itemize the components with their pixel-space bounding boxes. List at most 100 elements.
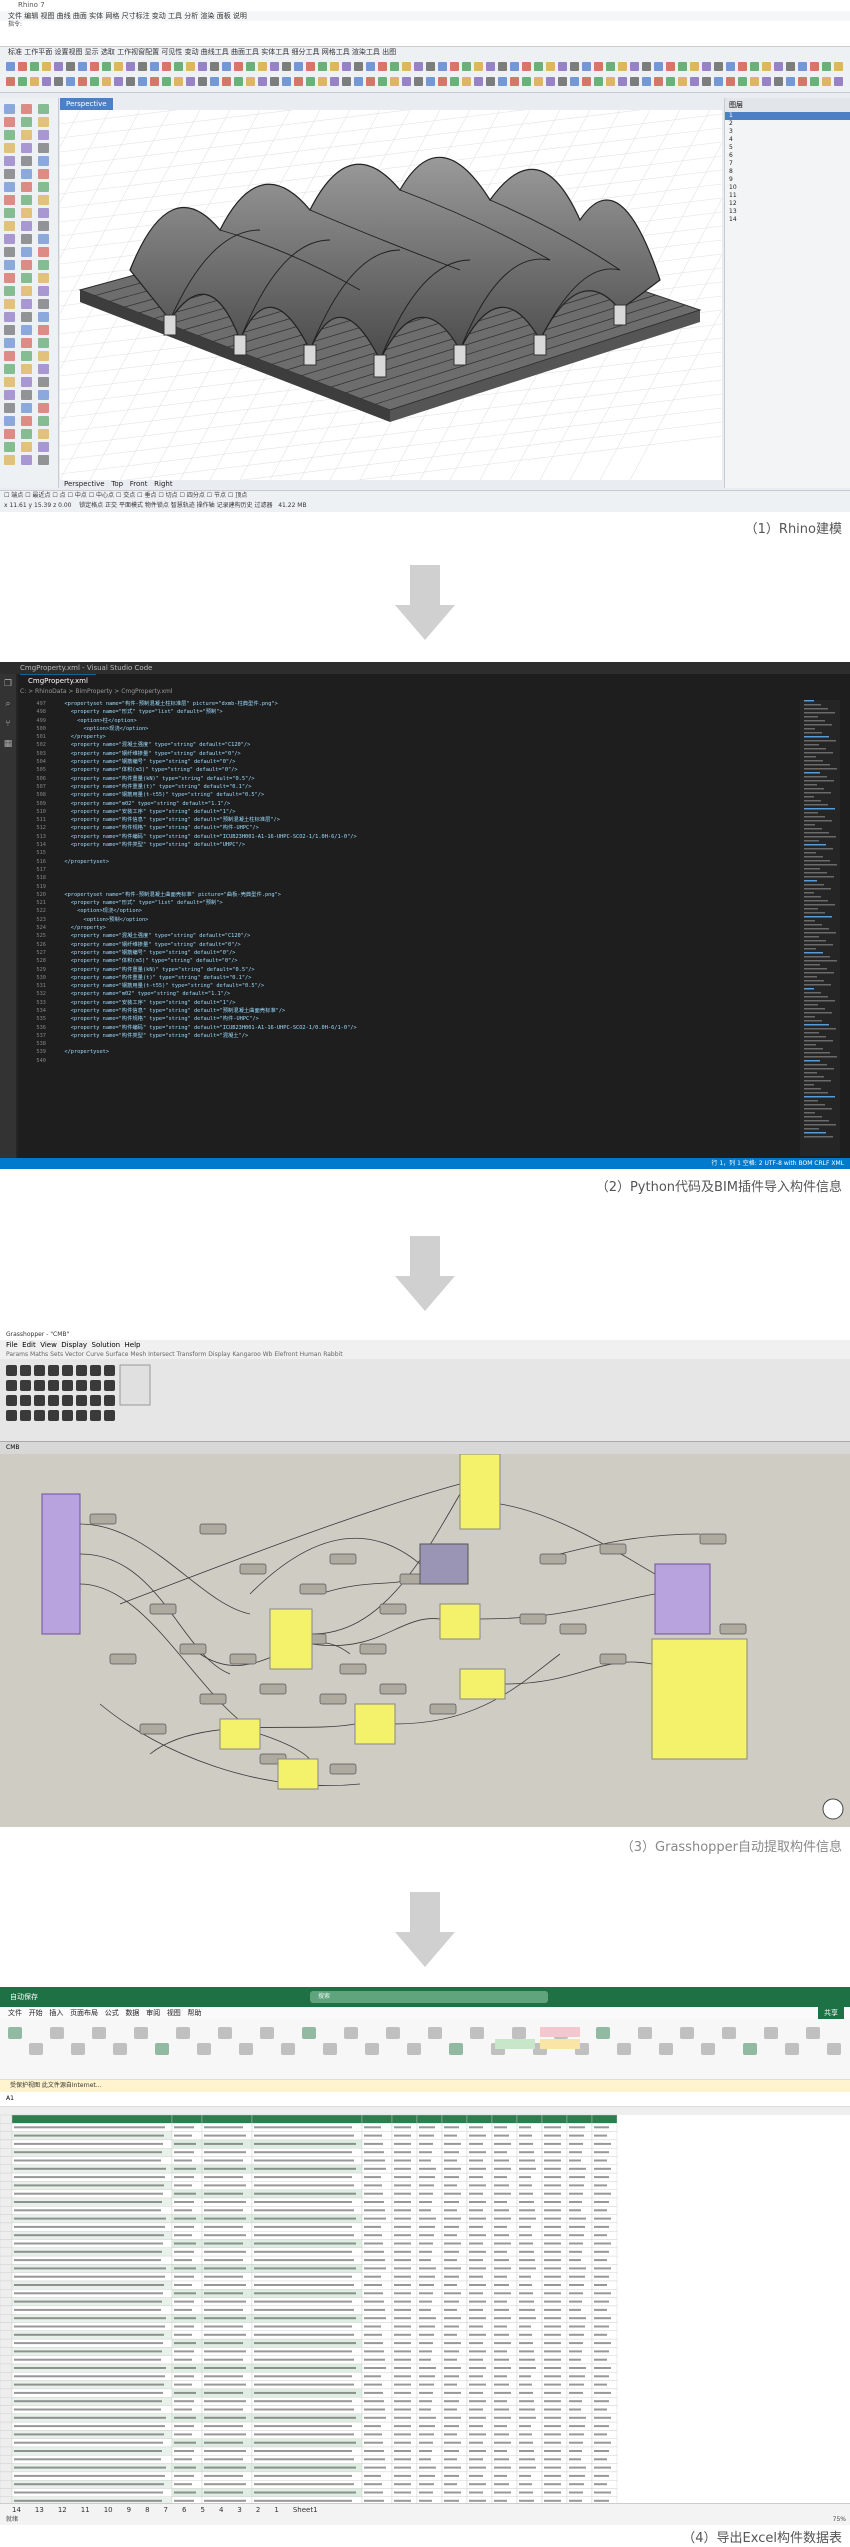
toolbar-icon[interactable] <box>366 62 375 71</box>
tool-icon[interactable] <box>38 299 49 309</box>
toolbar-icon[interactable] <box>486 77 495 86</box>
rhino-left-toolbox[interactable] <box>0 98 59 488</box>
toolbar-icon[interactable] <box>318 77 327 86</box>
tool-icon[interactable] <box>4 403 15 413</box>
toolbar-icon[interactable] <box>210 62 219 71</box>
gh-component[interactable] <box>339 1663 367 1675</box>
toolbar-icon[interactable] <box>66 62 75 71</box>
rhino-menubar[interactable]: 文件 编辑 视图 曲线 曲面 实体 网格 尺寸标注 变动 工具 分析 渲染 面板… <box>0 11 850 21</box>
explorer-icon[interactable]: ❐ <box>0 674 16 694</box>
toolbar-icon[interactable] <box>126 62 135 71</box>
gh-component[interactable] <box>229 1653 257 1665</box>
layer-row[interactable]: 4 <box>725 136 850 144</box>
gh-component[interactable] <box>259 1683 287 1695</box>
toolbar-icon[interactable] <box>438 77 447 86</box>
toolbar-icon[interactable] <box>186 62 195 71</box>
component-icon[interactable] <box>34 1380 45 1391</box>
sheet-tab[interactable]: 11 <box>81 2506 90 2514</box>
toolbar-icon[interactable] <box>594 77 603 86</box>
ribbon-icon[interactable] <box>743 2043 757 2055</box>
toolbar-icon[interactable] <box>570 77 579 86</box>
excel-ribbon[interactable] <box>0 2019 850 2080</box>
search-input[interactable]: 搜索 <box>310 1991 548 2003</box>
tool-icon[interactable] <box>4 195 15 205</box>
view-tab-right[interactable]: Right <box>154 480 172 488</box>
tool-icon[interactable] <box>38 260 49 270</box>
tool-icon[interactable] <box>21 104 32 114</box>
sheet-tab[interactable]: 8 <box>145 2506 149 2514</box>
tool-icon[interactable] <box>21 117 32 127</box>
tool-icon[interactable] <box>21 182 32 192</box>
tool-icon[interactable] <box>21 247 32 257</box>
toolbar-icon[interactable] <box>174 77 183 86</box>
tool-icon[interactable] <box>38 104 49 114</box>
tool-icon[interactable] <box>4 260 15 270</box>
component-icon[interactable] <box>76 1365 87 1376</box>
toolbar-icon[interactable] <box>558 62 567 71</box>
tool-icon[interactable] <box>4 143 15 153</box>
component-icon[interactable] <box>62 1410 73 1421</box>
toolbar-icon[interactable] <box>306 77 315 86</box>
tool-icon[interactable] <box>4 429 15 439</box>
toolbar-icon[interactable] <box>294 77 303 86</box>
excel-menubar[interactable]: 文件 开始 插入 页面布局 公式 数据 审阅 视图 帮助 共享 <box>0 2007 850 2019</box>
toolbar-icon[interactable] <box>606 77 615 86</box>
tool-icon[interactable] <box>4 338 15 348</box>
toolbar-icon[interactable] <box>378 77 387 86</box>
toolbar-icon[interactable] <box>678 77 687 86</box>
tool-icon[interactable] <box>38 312 49 322</box>
ribbon-icon[interactable] <box>92 2027 106 2039</box>
code-line[interactable]: 519 <box>20 883 800 891</box>
tool-icon[interactable] <box>21 221 32 231</box>
toolbar-icon[interactable] <box>834 77 843 86</box>
code-line[interactable]: 518 <box>20 874 800 882</box>
toolbar-icon[interactable] <box>690 62 699 71</box>
ribbon-icon[interactable] <box>71 2043 85 2055</box>
toolbar-icon[interactable] <box>342 77 351 86</box>
toolbar-icon[interactable] <box>78 77 87 86</box>
tool-icon[interactable] <box>21 260 32 270</box>
gh-component[interactable] <box>359 1643 387 1655</box>
tool-icon[interactable] <box>38 247 49 257</box>
toolbar-icon[interactable] <box>510 62 519 71</box>
code-line[interactable]: 503 <property name="钢纤维掺量" type="string"… <box>20 750 800 758</box>
menu-help[interactable]: Help <box>125 1341 141 1349</box>
tool-icon[interactable] <box>4 169 15 179</box>
gh-canvas[interactable] <box>0 1453 850 1827</box>
toolbar-icon[interactable] <box>270 62 279 71</box>
tool-icon[interactable] <box>4 455 15 465</box>
code-line[interactable]: 497 <propertyset name="构件-预制混凝土柱标准层" pic… <box>20 700 800 708</box>
tool-icon[interactable] <box>4 364 15 374</box>
toolbar-icon[interactable] <box>198 77 207 86</box>
sheet-tab[interactable]: 1 <box>274 2506 278 2514</box>
toolbar-icon[interactable] <box>390 77 399 86</box>
code-line[interactable]: 502 <property name="混凝土强度" type="string"… <box>20 741 800 749</box>
tool-icon[interactable] <box>4 299 15 309</box>
tool-icon[interactable] <box>4 377 15 387</box>
toolbar-icon[interactable] <box>546 62 555 71</box>
toolbar-icon[interactable] <box>690 77 699 86</box>
toolbar-icon[interactable] <box>258 77 267 86</box>
gh-component[interactable] <box>599 1653 627 1665</box>
toolbar-icon[interactable] <box>798 77 807 86</box>
gh-component[interactable] <box>109 1653 137 1665</box>
toolbar-icon[interactable] <box>462 62 471 71</box>
ribbon-icon[interactable] <box>365 2043 379 2055</box>
code-line[interactable]: 529 <property name="构件重量(kN)" type="stri… <box>20 966 800 974</box>
toolbar-icon[interactable] <box>702 62 711 71</box>
component-icon[interactable] <box>48 1395 59 1406</box>
component-icon[interactable] <box>34 1410 45 1421</box>
perspective-viewport[interactable] <box>0 29 831 512</box>
toolbar-icon[interactable] <box>6 77 15 86</box>
toolbar-icon[interactable] <box>66 77 75 86</box>
code-line[interactable]: 511 <property name="构件信息" type="string" … <box>20 816 800 824</box>
tool-icon[interactable] <box>21 169 32 179</box>
toolbar-icon[interactable] <box>258 62 267 71</box>
tool-icon[interactable] <box>38 377 49 387</box>
tool-icon[interactable] <box>4 325 15 335</box>
gh-component[interactable] <box>179 1643 207 1655</box>
tool-icon[interactable] <box>38 429 49 439</box>
toolbar-icon[interactable] <box>678 62 687 71</box>
ribbon-icon[interactable] <box>176 2027 190 2039</box>
ribbon-icon[interactable] <box>260 2027 274 2039</box>
